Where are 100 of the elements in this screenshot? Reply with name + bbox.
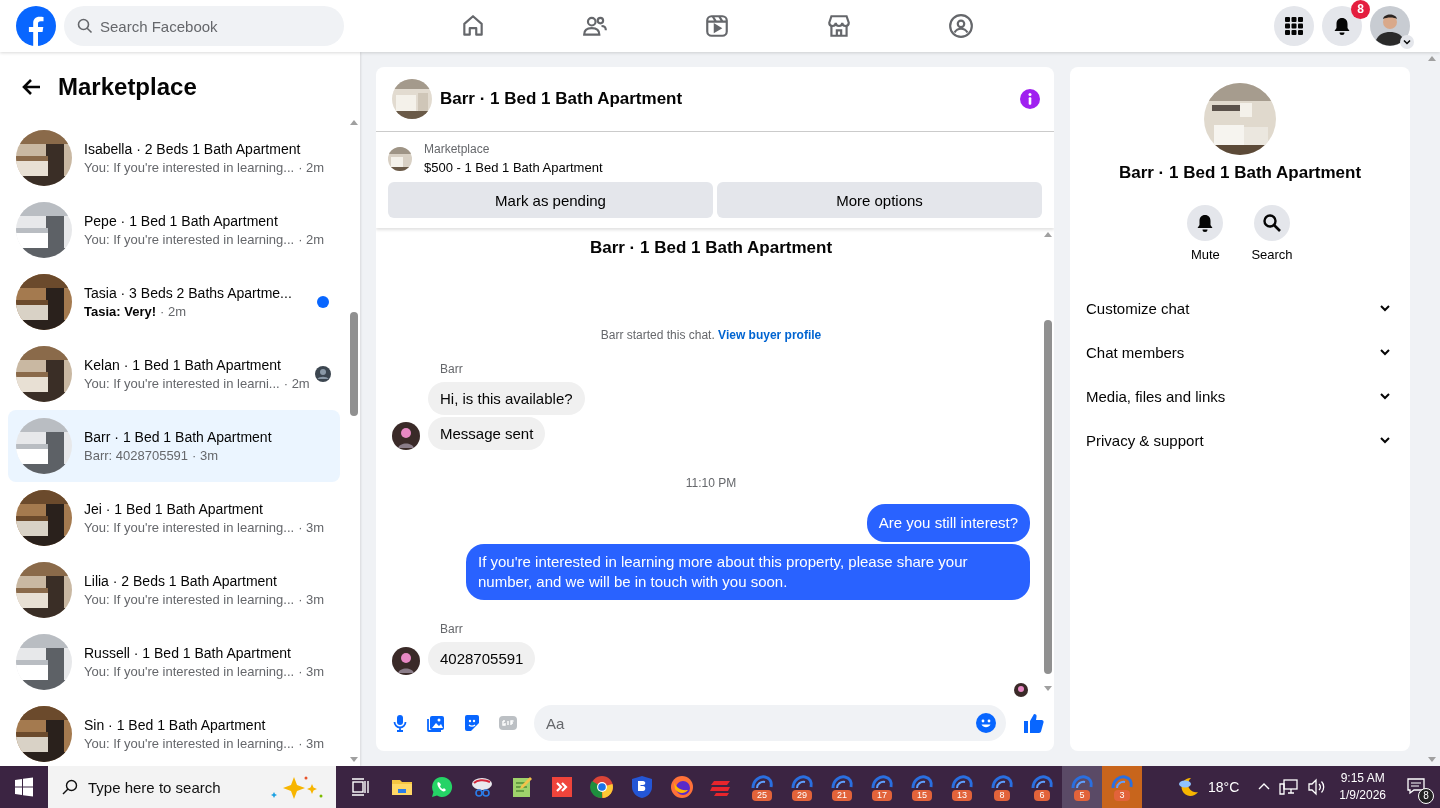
chat-bubble-icon[interactable] — [430, 775, 454, 799]
message-time: · 2m — [298, 232, 325, 247]
chat-name: Russell · 1 Bed 1 Bath Apartment — [84, 645, 292, 661]
count-badge: 21 — [832, 789, 852, 801]
emoji-icon[interactable] — [976, 713, 996, 733]
chat-list-item[interactable]: Lilia · 2 Beds 1 Bath Apartment You: If you're interested in learning... · 3m — [8, 554, 340, 626]
thumbs-up-icon[interactable] — [1022, 712, 1044, 734]
groups-icon[interactable] — [948, 13, 974, 39]
notification-badge: 8 — [1351, 0, 1370, 19]
message-preview: Barr: 4028705591 — [84, 448, 189, 463]
clock-time: 9:15 AM — [1340, 770, 1385, 787]
clock-date: 1/9/2026 — [1339, 787, 1386, 804]
avatar-icon[interactable] — [1370, 6, 1410, 46]
notepad-icon[interactable] — [510, 775, 534, 799]
chat-name: Tasia · 3 Beds 2 Baths Apartme... — [84, 285, 293, 301]
count-badge: 25 — [752, 789, 772, 801]
listing-button[interactable]: More options — [717, 182, 1042, 218]
chat-list-item[interactable]: Russell · 1 Bed 1 Bath Apartment You: If you're interested in learning... · 3m — [8, 626, 340, 698]
bell-icon — [1332, 16, 1352, 36]
chat-list-item[interactable]: Jei · 1 Bed 1 Bath Apartment You: If you're interested in learning... · 3m — [8, 482, 340, 554]
chat-intro-title: Barr · 1 Bed 1 Bath Apartment — [588, 238, 834, 258]
shield-icon[interactable] — [630, 775, 654, 799]
message-time: · 3m — [298, 520, 325, 535]
chat-name: Jei · 1 Bed 1 Bath Apartment — [84, 501, 264, 517]
remote-desktop-icon[interactable] — [550, 775, 574, 799]
section-header[interactable]: Chat members — [1070, 330, 1410, 374]
browser-icon[interactable] — [590, 775, 614, 799]
count-badge: 3 — [1114, 789, 1130, 801]
fox-browser-icon[interactable] — [670, 775, 694, 799]
listing-summary: $500 - 1 Bed 1 Bath Apartment — [424, 160, 603, 175]
count-badge: 13 — [952, 789, 972, 801]
incoming-message: Hi, is this available? — [428, 382, 585, 415]
chat-list-item[interactable]: Pepe · 1 Bed 1 Bath Apartment You: If you're interested in learning... · 2m — [8, 194, 340, 266]
message-timestamp: 11:10 PM — [685, 476, 737, 490]
sticker-icon[interactable] — [462, 713, 482, 733]
info-icon[interactable] — [1020, 89, 1040, 109]
message-preview: Tasia: Very! — [84, 304, 157, 319]
message-preview: You: If you're interested in learning... — [84, 664, 295, 679]
sender-name: Barr — [440, 362, 463, 376]
search-icon — [62, 779, 78, 795]
temperature: 18°C — [1208, 779, 1240, 795]
message-preview: You: If you're interested in learning... — [84, 736, 295, 751]
chat-list-item[interactable]: Barr · 1 Bed 1 Bath Apartment Barr: 4028705591 · 3m — [8, 410, 340, 482]
task-view-icon[interactable] — [350, 777, 370, 797]
store-icon[interactable] — [826, 13, 852, 39]
message-input[interactable]: Aa — [534, 705, 1006, 741]
message-time: · 3m — [192, 448, 219, 463]
page-title: Marketplace — [58, 73, 197, 101]
outgoing-message: Are you still interest? — [866, 504, 1030, 542]
search-icon — [1262, 213, 1282, 233]
sender-name: Barr — [440, 622, 463, 636]
menu-button[interactable] — [1274, 6, 1314, 46]
chat-title: Barr · 1 Bed 1 Bath Apartment — [1118, 163, 1362, 183]
count-badge: 6 — [1034, 789, 1050, 801]
network-icon[interactable] — [1279, 778, 1300, 796]
message-preview: You: If you're interested in learning... — [84, 160, 295, 175]
message-time: · 2m — [298, 160, 325, 175]
windows-icon[interactable] — [14, 777, 34, 797]
chat-list-item[interactable]: Tasia · 3 Beds 2 Baths Apartme... Tasia: Very! · 2m — [8, 266, 340, 338]
message-time: · 2m — [283, 376, 310, 391]
chat-title: Barr · 1 Bed 1 Bath Apartment — [440, 89, 684, 109]
count-badge: 5 — [1074, 789, 1090, 801]
notification-count: 8 — [1418, 788, 1434, 804]
section-header[interactable]: Customize chat — [1070, 286, 1410, 330]
message-time: · 2m — [160, 304, 187, 319]
message-preview: You: If you're interested in learni... — [84, 376, 280, 391]
chat-name: Barr · 1 Bed 1 Bath Apartment — [84, 429, 273, 445]
buyer-profile-link[interactable]: View buyer profile — [718, 328, 822, 342]
chat-list-item[interactable]: Sin · 1 Bed 1 Bath Apartment You: If you're interested in learning... · 3m — [8, 698, 340, 766]
message-time: · 3m — [298, 736, 325, 751]
search-field[interactable]: Search Facebook — [64, 6, 344, 46]
message-preview: You: If you're interested in learning... — [84, 232, 295, 247]
grid-icon — [1284, 16, 1304, 36]
count-badge: 15 — [912, 789, 932, 801]
notifications-button[interactable] — [1322, 6, 1362, 46]
system-message: Barr started this chat. — [600, 328, 715, 342]
section-header[interactable]: Media, files and links — [1070, 374, 1410, 418]
listing-source: Marketplace — [424, 142, 491, 156]
count-badge: 17 — [872, 789, 892, 801]
home-icon[interactable] — [460, 13, 486, 39]
chat-name: Sin · 1 Bed 1 Bath Apartment — [84, 717, 267, 733]
chat-name: Kelan · 1 Bed 1 Bath Apartment — [84, 357, 282, 373]
back-arrow-icon[interactable] — [22, 77, 42, 97]
weather-icon[interactable] — [1176, 775, 1200, 799]
message-preview: You: If you're interested in learning... — [84, 520, 295, 535]
image-icon[interactable] — [426, 713, 446, 733]
read-receipt-icon — [1014, 683, 1028, 697]
incoming-message: 4028705591 — [428, 642, 536, 675]
logo-icon[interactable] — [16, 6, 56, 46]
scissors-icon[interactable] — [470, 775, 494, 799]
chat-list-item[interactable]: Isabella · 2 Beds 1 Bath Apartment You: If you're interested in learning... · 2m — [8, 122, 340, 194]
section-header[interactable]: Privacy & support — [1070, 418, 1410, 462]
chat-name: Isabella · 2 Beds 1 Bath Apartment — [84, 141, 302, 157]
video-icon[interactable] — [704, 13, 730, 39]
chevron-icon[interactable] — [1400, 35, 1414, 49]
listing-button[interactable]: Mark as pending — [388, 182, 713, 218]
chat-list-item[interactable]: Kelan · 1 Bed 1 Bath Apartment You: If you're interested in learni... · 2m — [8, 338, 340, 410]
taskbar-search-field[interactable]: Type here to search — [48, 766, 336, 808]
message-preview: You: If you're interested in learning... — [84, 592, 295, 607]
message-time: · 3m — [298, 592, 325, 607]
